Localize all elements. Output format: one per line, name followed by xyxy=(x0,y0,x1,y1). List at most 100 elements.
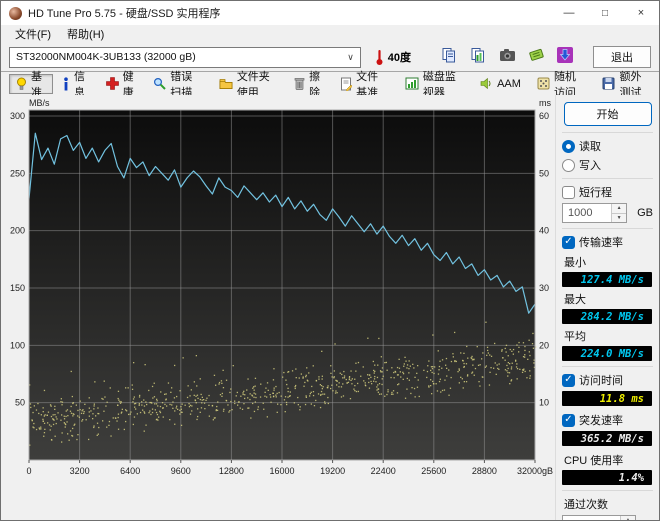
tab-info[interactable]: 信息 xyxy=(55,71,97,99)
pass-count-spinner: ▲ ▼ xyxy=(620,516,635,520)
read-radio-row[interactable]: 读取 xyxy=(562,138,653,154)
transfer-rate-checkbox[interactable]: ✓ xyxy=(562,235,575,249)
svg-text:0: 0 xyxy=(26,466,31,476)
capacity-value: 1000 xyxy=(568,207,593,219)
exit-button[interactable]: 退出 xyxy=(593,46,651,68)
menu-file[interactable]: 文件(F) xyxy=(7,25,59,43)
tab-erase[interactable]: 擦除 xyxy=(287,71,331,99)
svg-text:16000: 16000 xyxy=(269,466,294,476)
write-radio[interactable] xyxy=(562,158,575,172)
copy-text-icon xyxy=(441,47,457,68)
drive-selector-value: ST32000NM004K-3UB133 (32000 gB) xyxy=(16,51,196,63)
screenshot-button[interactable] xyxy=(495,46,519,68)
divider xyxy=(562,178,653,179)
read-radio[interactable] xyxy=(562,139,575,153)
tab-folder-usage[interactable]: 文件夹使用 xyxy=(212,71,285,99)
tab-random-access[interactable]: 随机访问 xyxy=(530,71,594,99)
tab-error-scan[interactable]: 错误扫描 xyxy=(146,71,210,99)
access-time-checkbox[interactable]: ✓ xyxy=(562,373,575,387)
minimize-button[interactable]: — xyxy=(551,1,587,25)
burst-rate-checkbox[interactable]: ✓ xyxy=(562,413,575,427)
divider xyxy=(562,366,653,367)
svg-text:19200: 19200 xyxy=(320,466,345,476)
menu-bar: 文件(F) 帮助(H) xyxy=(1,25,659,43)
svg-text:3200: 3200 xyxy=(70,466,90,476)
access-time-row[interactable]: ✓ 访问时间 xyxy=(562,372,653,388)
health-cross-icon xyxy=(105,77,119,90)
short-stroke-checkbox[interactable] xyxy=(562,185,575,199)
pass-count-label: 通过次数 xyxy=(564,499,608,511)
svg-text:50: 50 xyxy=(15,398,25,408)
spin-up-button[interactable]: ▲ xyxy=(612,204,627,214)
short-stroke-row[interactable]: 短行程 xyxy=(562,184,653,200)
save-text-button[interactable] xyxy=(524,46,548,68)
burst-rate-row[interactable]: ✓ 突发速率 xyxy=(562,412,653,428)
save-text-icon xyxy=(528,47,545,67)
magnifier-icon xyxy=(153,77,167,90)
svg-text:50: 50 xyxy=(539,168,549,178)
tab-label: AAM xyxy=(497,77,521,90)
svg-text:300: 300 xyxy=(10,111,25,121)
divider xyxy=(562,228,653,229)
camera-icon xyxy=(499,48,516,67)
avg-label: 平均 xyxy=(564,331,586,343)
transfer-rate-label: 传输速率 xyxy=(579,237,623,249)
menu-help[interactable]: 帮助(H) xyxy=(59,25,112,43)
burst-rate-label: 突发速率 xyxy=(579,415,623,427)
divider xyxy=(562,132,653,133)
chevron-down-icon: ∨ xyxy=(347,51,354,62)
max-label: 最大 xyxy=(564,294,586,306)
disk-monitor-icon xyxy=(405,77,419,90)
short-stroke-label: 短行程 xyxy=(579,187,612,199)
svg-text:32000gB: 32000gB xyxy=(517,466,553,476)
svg-text:12800: 12800 xyxy=(219,466,244,476)
write-radio-row[interactable]: 写入 xyxy=(562,157,653,173)
drive-selector[interactable]: ST32000NM004K-3UB133 (32000 gB) ∨ xyxy=(9,46,361,68)
tab-extra-tests[interactable]: 额外测试 xyxy=(595,71,659,99)
app-icon xyxy=(9,6,22,20)
check-icon: ✓ xyxy=(564,374,573,385)
capacity-input[interactable]: 1000 ▲ ▼ xyxy=(562,203,628,223)
copy-text-button[interactable] xyxy=(437,46,461,68)
info-icon xyxy=(62,76,70,91)
svg-text:250: 250 xyxy=(10,168,25,178)
svg-text:22400: 22400 xyxy=(371,466,396,476)
temperature-indicator: 40度 xyxy=(375,49,411,66)
tab-health[interactable]: 健康 xyxy=(99,71,145,99)
copy-image-button[interactable] xyxy=(466,46,490,68)
svg-text:200: 200 xyxy=(10,226,25,236)
spin-up-button[interactable]: ▲ xyxy=(621,516,635,520)
maximize-button[interactable]: □ xyxy=(587,1,623,25)
cpu-usage-label: CPU 使用率 xyxy=(564,455,624,467)
main-area: MB/s ms 50 100 150 200 250 300 10 20 30 40 50 60 0 3200… xyxy=(1,95,659,520)
download-arrow-icon xyxy=(556,46,574,69)
svg-text:6400: 6400 xyxy=(120,466,140,476)
svg-text:ms: ms xyxy=(539,98,551,108)
window-title: HD Tune Pro 5.75 - 硬盘/SSD 实用程序 xyxy=(28,8,221,20)
check-icon: ✓ xyxy=(564,236,573,247)
extra-tests-icon xyxy=(602,77,615,90)
svg-text:28800: 28800 xyxy=(472,466,497,476)
close-button[interactable]: × xyxy=(623,1,659,25)
copy-image-icon xyxy=(470,47,486,68)
capacity-spinner: ▲ ▼ xyxy=(611,204,627,222)
tab-file-benchmark[interactable]: 文件基准 xyxy=(333,71,396,99)
pass-count-input[interactable]: 1 ▲ ▼ xyxy=(562,515,636,520)
svg-text:40: 40 xyxy=(539,226,549,236)
divider xyxy=(562,490,653,491)
svg-text:20: 20 xyxy=(539,340,549,350)
tab-disk-monitor[interactable]: 磁盘监视器 xyxy=(398,71,471,99)
tab-aam[interactable]: AAM xyxy=(473,74,528,94)
cpu-usage-value: 1.4% xyxy=(562,470,652,485)
export-button[interactable] xyxy=(553,46,577,68)
pass-count-row: 1 ▲ ▼ xyxy=(562,515,653,520)
toolbar-icon-buttons xyxy=(437,46,577,68)
svg-text:MB/s: MB/s xyxy=(29,98,50,108)
tab-benchmark[interactable]: 基准 xyxy=(9,71,54,99)
pass-count-value: 1 xyxy=(563,516,620,520)
start-button[interactable]: 开始 xyxy=(563,102,652,126)
title-bar: HD Tune Pro 5.75 - 硬盘/SSD 实用程序 — □ × xyxy=(1,1,659,25)
check-icon: ✓ xyxy=(564,414,573,425)
spin-down-button[interactable]: ▼ xyxy=(612,213,627,222)
transfer-rate-row[interactable]: ✓ 传输速率 xyxy=(562,234,653,250)
